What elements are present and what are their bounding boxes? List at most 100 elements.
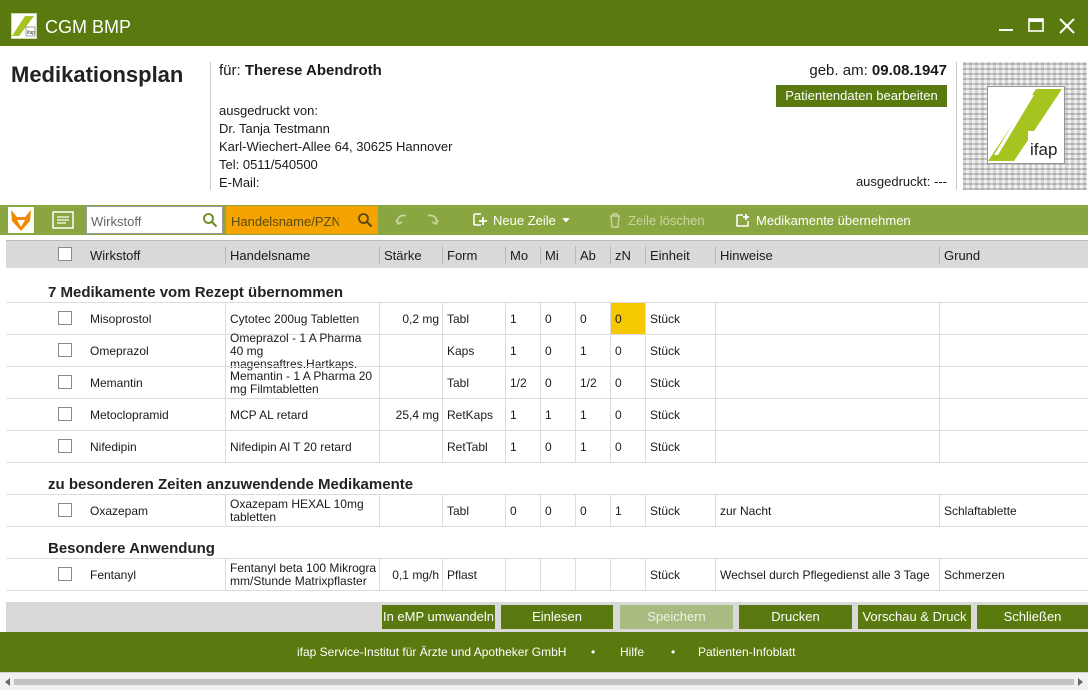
- cell-wirkstoff[interactable]: Fentanyl: [90, 559, 136, 591]
- col-hinweise[interactable]: Hinweise: [720, 248, 773, 264]
- table-row[interactable]: Metoclopramid MCP AL retard 25,4 mg RetK…: [6, 398, 1088, 431]
- table-row[interactable]: Memantin Memantin - 1 A Pharma 20 mg Fil…: [6, 366, 1088, 399]
- cell-staerke[interactable]: [384, 335, 439, 367]
- cell-handelsname[interactable]: Memantin - 1 A Pharma 20 mg Filmtablette…: [230, 367, 378, 399]
- col-form[interactable]: Form: [447, 248, 477, 264]
- scrollbar-thumb[interactable]: [14, 679, 1074, 685]
- help-link[interactable]: Hilfe: [620, 645, 644, 659]
- cell-staerke[interactable]: 25,4 mg: [384, 399, 439, 431]
- new-row-button[interactable]: Neue Zeile: [472, 211, 571, 229]
- table-row[interactable]: Oxazepam Oxazepam HEXAL 10mg tabletten T…: [6, 494, 1088, 527]
- table-row[interactable]: Nifedipin Nifedipin Al T 20 retard RetTa…: [6, 430, 1088, 463]
- handelsname-search-input[interactable]: [231, 211, 339, 231]
- horizontal-scrollbar[interactable]: [0, 672, 1088, 690]
- list-view-icon[interactable]: [50, 211, 76, 229]
- table-row[interactable]: Fentanyl Fentanyl beta 100 Mikrogra mm/S…: [6, 558, 1088, 591]
- cell-handelsname[interactable]: Oxazepam HEXAL 10mg tabletten: [230, 495, 378, 527]
- cell-form[interactable]: Tabl: [447, 367, 469, 399]
- minimize-icon[interactable]: [996, 16, 1016, 36]
- cell-ab[interactable]: 1: [580, 335, 587, 367]
- cell-wirkstoff[interactable]: Omeprazol: [90, 335, 149, 367]
- cell-zn[interactable]: 0: [615, 399, 622, 431]
- cell-wirkstoff[interactable]: Misoprostol: [90, 303, 151, 335]
- save-button[interactable]: Speichern: [620, 605, 733, 629]
- cell-mo[interactable]: 1: [510, 335, 517, 367]
- cell-form[interactable]: Tabl: [447, 495, 469, 527]
- cell-wirkstoff[interactable]: Oxazepam: [90, 495, 148, 527]
- cell-staerke[interactable]: [384, 495, 439, 527]
- cell-zn[interactable]: 0: [615, 367, 622, 399]
- cell-wirkstoff[interactable]: Nifedipin: [90, 431, 137, 463]
- col-grund[interactable]: Grund: [944, 248, 980, 264]
- col-zn[interactable]: zN: [615, 248, 631, 264]
- cell-form[interactable]: RetKaps: [447, 399, 493, 431]
- edit-patient-button[interactable]: Patientendaten bearbeiten: [776, 85, 947, 107]
- cell-einheit[interactable]: Stück: [650, 559, 680, 591]
- cell-hinweise[interactable]: zur Nacht: [720, 495, 771, 527]
- cell-staerke[interactable]: 0,2 mg: [384, 303, 439, 335]
- col-ab[interactable]: Ab: [580, 248, 596, 264]
- col-mi[interactable]: Mi: [545, 248, 559, 264]
- fox-icon[interactable]: [8, 207, 34, 233]
- col-wirkstoff[interactable]: Wirkstoff: [90, 248, 140, 264]
- cell-handelsname[interactable]: Omeprazol - 1 A Pharma 40 mg magensaftre…: [230, 331, 378, 370]
- cell-ab[interactable]: 1/2: [580, 367, 597, 399]
- convert-emp-button[interactable]: In eMP umwandeln: [382, 605, 495, 629]
- cell-handelsname[interactable]: Fentanyl beta 100 Mikrogra mm/Stunde Mat…: [230, 559, 378, 591]
- cell-zn[interactable]: 1: [615, 495, 622, 527]
- cell-wirkstoff[interactable]: Metoclopramid: [90, 399, 169, 431]
- print-button[interactable]: Drucken: [739, 605, 852, 629]
- cell-form[interactable]: Tabl: [447, 303, 469, 335]
- cell-mi[interactable]: 0: [545, 335, 552, 367]
- cell-ab[interactable]: 1: [580, 431, 587, 463]
- col-handelsname[interactable]: Handelsname: [230, 248, 310, 264]
- cell-mo[interactable]: 0: [510, 495, 517, 527]
- table-row[interactable]: Misoprostol Cytotec 200ug Tabletten 0,2 …: [6, 302, 1088, 335]
- cell-einheit[interactable]: Stück: [650, 399, 680, 431]
- cell-mo[interactable]: 1: [510, 303, 517, 335]
- cell-handelsname[interactable]: MCP AL retard: [230, 399, 378, 431]
- cell-einheit[interactable]: Stück: [650, 335, 680, 367]
- delete-row-button[interactable]: Zeile löschen: [607, 211, 705, 229]
- cell-hinweise[interactable]: Wechsel durch Pflegedienst alle 3 Tage: [720, 559, 930, 591]
- cell-zn[interactable]: 0: [615, 303, 622, 335]
- close-icon[interactable]: [1057, 16, 1077, 36]
- cell-mi[interactable]: 0: [545, 367, 552, 399]
- patient-info-link[interactable]: Patienten-Infoblatt: [698, 645, 795, 659]
- select-all-checkbox[interactable]: [58, 247, 72, 261]
- cell-einheit[interactable]: Stück: [650, 431, 680, 463]
- row-checkbox[interactable]: [58, 375, 72, 389]
- scroll-right-icon[interactable]: [1074, 676, 1086, 688]
- cell-einheit[interactable]: Stück: [650, 495, 680, 527]
- row-checkbox[interactable]: [58, 407, 72, 421]
- cell-zn[interactable]: 0: [615, 431, 622, 463]
- row-checkbox[interactable]: [58, 567, 72, 581]
- cell-staerke[interactable]: 0,1 mg/h: [384, 559, 439, 591]
- redo-icon[interactable]: [424, 211, 440, 229]
- cell-mo[interactable]: 1: [510, 399, 517, 431]
- cell-mi[interactable]: 1: [545, 399, 552, 431]
- cell-mo[interactable]: 1: [510, 431, 517, 463]
- table-row[interactable]: Omeprazol Omeprazol - 1 A Pharma 40 mg m…: [6, 331, 1088, 370]
- preview-print-button[interactable]: Vorschau & Druck: [858, 605, 971, 629]
- cell-grund[interactable]: Schmerzen: [944, 559, 1005, 591]
- cell-zn[interactable]: 0: [615, 335, 622, 367]
- search-icon[interactable]: [202, 212, 218, 228]
- close-button[interactable]: Schließen: [977, 605, 1088, 629]
- cell-einheit[interactable]: Stück: [650, 303, 680, 335]
- cell-mi[interactable]: 0: [545, 303, 552, 335]
- col-mo[interactable]: Mo: [510, 248, 528, 264]
- cell-ab[interactable]: 1: [580, 399, 587, 431]
- cell-ab[interactable]: 0: [580, 495, 587, 527]
- undo-icon[interactable]: [394, 211, 410, 229]
- search-icon[interactable]: [357, 212, 373, 228]
- cell-wirkstoff[interactable]: Memantin: [90, 367, 143, 399]
- col-staerke[interactable]: Stärke: [384, 248, 422, 264]
- row-checkbox[interactable]: [58, 439, 72, 453]
- cell-mi[interactable]: 0: [545, 495, 552, 527]
- cell-staerke[interactable]: [384, 367, 439, 399]
- cell-mo[interactable]: 1/2: [510, 367, 527, 399]
- cell-einheit[interactable]: Stück: [650, 367, 680, 399]
- row-checkbox[interactable]: [58, 343, 72, 357]
- row-checkbox[interactable]: [58, 503, 72, 517]
